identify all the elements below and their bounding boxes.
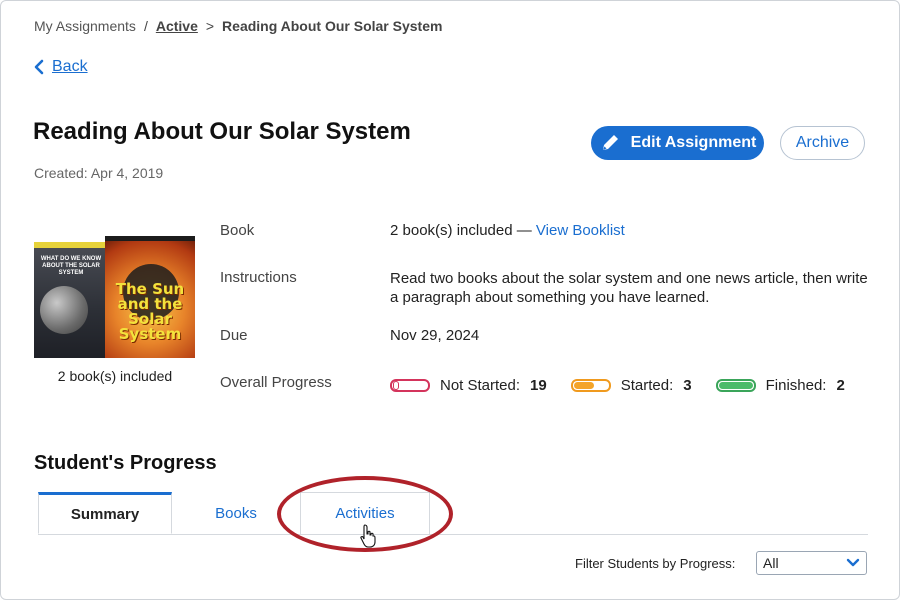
book-covers: WHAT DO WE KNOW ABOUT THE SOLAR SYSTEM T… (34, 236, 196, 360)
book-cover-2[interactable]: The Sun and the Solar System (105, 236, 195, 358)
filter-selected-value: All (763, 555, 779, 571)
breadcrumb-separator: > (205, 18, 215, 34)
edit-assignment-label: Edit Assignment (630, 134, 757, 151)
instructions-label: Instructions (220, 269, 297, 286)
progress-started: Started: 3 (570, 377, 692, 394)
back-link[interactable]: Back (34, 58, 88, 76)
breadcrumb-separator: / (143, 18, 148, 34)
breadcrumb-root[interactable]: My Assignments (34, 18, 136, 34)
book-label: Book (220, 222, 255, 239)
started-indicator (570, 379, 611, 392)
back-label: Back (52, 58, 88, 75)
students-progress-title: Student's Progress (34, 452, 217, 474)
breadcrumb: My Assignments / Active > Reading About Our … (34, 18, 442, 34)
not-started-indicator (390, 379, 430, 392)
page-title: Reading About Our Solar System (33, 118, 411, 145)
hand-pointer-icon (360, 524, 376, 548)
not-started-count: 19 (530, 377, 547, 394)
planet-illustration (40, 286, 88, 334)
created-date: Created: Apr 4, 2019 (34, 165, 164, 181)
progress-tabs: Summary Books Activities (38, 492, 868, 535)
book-cover-1[interactable]: WHAT DO WE KNOW ABOUT THE SOLAR SYSTEM (34, 242, 108, 358)
instructions-value: Read two books about the solar system an… (390, 270, 868, 306)
chevron-down-icon (846, 558, 860, 567)
chevron-left-icon (34, 59, 44, 75)
edit-assignment-button[interactable]: Edit Assignment (591, 126, 764, 160)
view-booklist-link[interactable]: View Booklist (536, 222, 625, 239)
book-cover-2-title: The Sun and the Solar System (115, 280, 185, 343)
book-count: 2 book(s) included — (390, 222, 532, 239)
book-cover-1-title: WHAT DO WE KNOW ABOUT THE SOLAR SYSTEM (40, 256, 102, 277)
breadcrumb-current: Reading About Our Solar System (222, 18, 443, 34)
started-label: Started: (620, 377, 674, 394)
finished-indicator (715, 379, 756, 392)
progress-finished: Finished: 2 (715, 377, 845, 394)
overall-progress-label: Overall Progress (220, 374, 332, 391)
due-value: Nov 29, 2024 (390, 327, 480, 344)
not-started-label: Not Started: (440, 377, 521, 394)
cover-band (105, 236, 195, 241)
breadcrumb-active-link[interactable]: Active (156, 18, 198, 34)
cover-band (34, 242, 108, 248)
tab-summary[interactable]: Summary (38, 492, 172, 534)
finished-label: Finished: (765, 377, 827, 394)
filter-label: Filter Students by Progress: (575, 556, 736, 571)
pencil-icon (602, 135, 618, 150)
started-count: 3 (683, 377, 692, 394)
finished-count: 2 (836, 377, 845, 394)
progress-not-started: Not Started: 19 (390, 377, 547, 394)
book-value: 2 book(s) included — View Booklist (390, 222, 625, 239)
books-included-caption: 2 book(s) included (57, 368, 173, 384)
overall-progress: Not Started: 19 Started: 3 Finished: 2 (390, 377, 869, 394)
archive-button[interactable]: Archive (780, 126, 865, 160)
due-label: Due (220, 327, 248, 344)
progress-filter-select[interactable]: All (756, 551, 867, 575)
